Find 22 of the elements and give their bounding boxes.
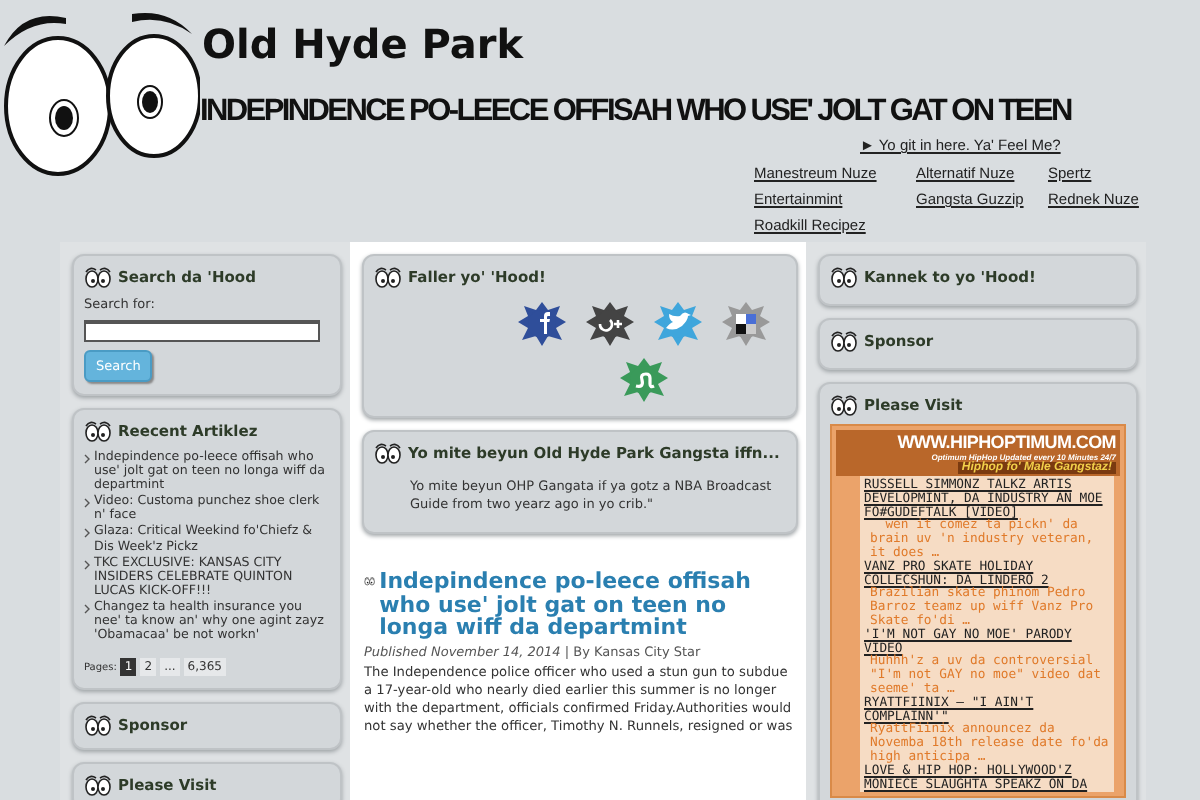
- site-title: Old Hyde Park: [202, 20, 526, 68]
- eyes-icon: [84, 714, 112, 737]
- chevron-icon: [84, 559, 90, 570]
- article-title[interactable]: Indepindence po-leece offisah who use' jolt gat on teen no longa wiff da departmint: [379, 570, 796, 639]
- banner-url: WWW.HIPHOPTIMUM.COM: [897, 432, 1116, 452]
- eyes-icon: [374, 442, 402, 464]
- headline: INDEPINDENCE PO-LEECE OFFISAH WHO USE' JOLT GAT ON TEEN: [200, 94, 1071, 130]
- chevron-icon: [84, 603, 90, 614]
- eyes-icon: [84, 774, 112, 797]
- social-icon[interactable]: [516, 300, 568, 348]
- eyes-icon: [374, 266, 402, 288]
- search-field[interactable]: [84, 320, 320, 342]
- chevron-icon: [84, 498, 90, 509]
- eyes-icon: [830, 330, 858, 352]
- eyes-icon: [830, 266, 858, 288]
- chevron-icon: [84, 454, 90, 464]
- social-icon[interactable]: [720, 300, 772, 348]
- eyes-icon: [84, 266, 112, 288]
- social-icon[interactable]: [584, 300, 636, 348]
- chevron-icon: [84, 528, 90, 539]
- eyes-icon: [84, 420, 112, 442]
- eyes-icon: [830, 394, 858, 416]
